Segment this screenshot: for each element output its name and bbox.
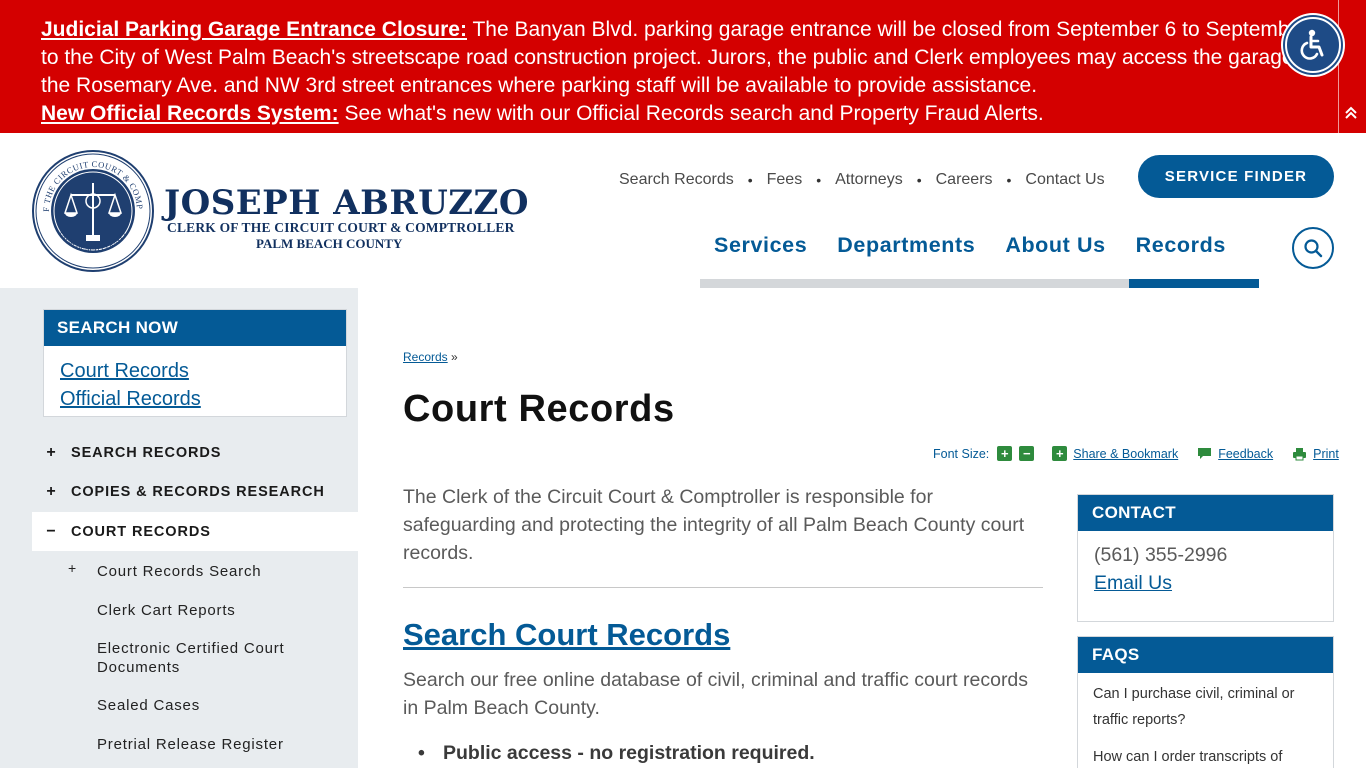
expand-icon[interactable]: + [32,483,71,501]
faqs-widget: FAQS Can I purchase civil, criminal or t… [1077,636,1334,768]
search-court-records-heading-link[interactable]: Search Court Records [403,617,730,653]
util-nav-search-records[interactable]: Search Records [619,171,734,189]
logo-subtitle: CLERK OF THE CIRCUIT COURT & COMPTROLLER [167,220,515,235]
print-icon [1292,447,1307,461]
faqs-heading: FAQS [1078,637,1333,673]
sidebar-item-court-records[interactable]: − COURT RECORDS [32,512,358,551]
contact-widget: CONTACT (561) 355-2996 Email Us [1077,494,1334,622]
alert-line-2: to the City of West Palm Beach's streets… [41,46,1291,69]
alert-official-records-link[interactable]: New Official Records System: [41,102,339,125]
list-item: Public access - no registration required… [418,742,815,765]
page-title: Court Records [403,388,675,430]
sidebar-item-copies-records-research[interactable]: + COPIES & RECORDS RESEARCH [32,472,358,511]
alert-line-1-text: The Banyan Blvd. parking garage entrance… [467,18,1291,41]
main-nav-records[interactable]: Records [1136,233,1226,258]
faq-item[interactable]: Can I purchase civil, criminal or traffi… [1093,681,1318,733]
main-nav: Services Departments About Us Records [700,233,1226,258]
util-nav-attorneys[interactable]: Attorneys [835,171,903,189]
collapse-icon[interactable]: − [32,523,71,541]
site-header: CLERK OF THE CIRCUIT COURT & COMPTROLLER… [0,133,1366,288]
sidebar-subitem-sealed-cases[interactable]: Sealed Cases [97,696,200,715]
faqs-list: Can I purchase civil, criminal or traffi… [1078,673,1333,768]
sidebar-item-label: COPIES & RECORDS RESEARCH [71,483,325,500]
search-now-box: SEARCH NOW Court Records Official Record… [43,309,347,417]
breadcrumb-separator: » [447,350,458,364]
feedback-link[interactable]: Feedback [1218,447,1273,461]
feedback-icon [1197,447,1212,461]
main-nav-services[interactable]: Services [714,233,807,258]
sidebar: SEARCH NOW Court Records Official Record… [0,288,358,768]
intro-paragraph: The Clerk of the Circuit Court & Comptro… [403,486,1025,564]
clerk-seal-logo[interactable]: CLERK OF THE CIRCUIT COURT & COMPTROLLER… [28,141,155,273]
sidebar-subitem-pretrial-release-register[interactable]: Pretrial Release Register [97,735,284,754]
search-now-court-records-link[interactable]: Court Records [60,357,346,385]
faq-item[interactable]: How can I order transcripts of [1093,744,1318,768]
search-now-official-records-link[interactable]: Official Records [60,385,346,413]
page-tools: Font Size: + − + Share & Bookmark Feedba… [933,446,1339,461]
sidebar-item-label: SEARCH RECORDS [71,444,222,461]
contact-email-link[interactable]: Email Us [1094,569,1317,597]
alert-banner: Judicial Parking Garage Entrance Closure… [0,0,1366,133]
alert-divider [1338,0,1339,133]
search-icon [1304,239,1323,258]
expand-icon[interactable]: + [68,560,76,576]
alert-text: Judicial Parking Garage Entrance Closure… [41,16,1291,128]
main-nav-about-us[interactable]: About Us [1005,233,1105,258]
util-nav-careers[interactable]: Careers [936,171,993,189]
main-nav-active-indicator [1129,279,1259,288]
logo-name[interactable]: JOSEPH ABRUZZO [164,183,529,223]
util-nav-separator: • [747,172,753,188]
breadcrumb: Records » [403,350,458,364]
sidebar-subitem-clerk-cart-reports[interactable]: Clerk Cart Reports [97,601,236,620]
logo-county: PALM BEACH COUNTY [256,236,403,251]
utility-nav: Search Records • Fees • Attorneys • Care… [619,171,1105,189]
alert-line-4-text: See what's new with our Official Records… [338,102,1044,125]
share-plus-icon: + [1052,446,1068,461]
chevron-double-up-icon[interactable] [1341,106,1361,126]
share-bookmark-link[interactable]: Share & Bookmark [1073,447,1178,461]
sidebar-subitem-court-records-search[interactable]: Court Records Search [97,562,261,581]
expand-icon[interactable]: + [32,444,71,462]
contact-body: (561) 355-2996 Email Us [1078,531,1333,607]
contact-phone[interactable]: (561) 355-2996 [1094,541,1317,569]
bullet-text: Public access - no registration required… [443,742,815,764]
font-decrease-button[interactable]: − [1019,446,1035,461]
breadcrumb-records-link[interactable]: Records [403,350,448,364]
sidebar-item-label: COURT RECORDS [71,523,211,540]
main-nav-departments[interactable]: Departments [837,233,975,258]
accessibility-wheelchair-icon [1285,17,1341,73]
font-increase-button[interactable]: + [997,446,1013,461]
service-finder-button[interactable]: SERVICE FINDER [1138,155,1334,198]
util-nav-contact-us[interactable]: Contact Us [1025,171,1104,189]
accessibility-button[interactable] [1281,13,1345,77]
alert-line-1: Judicial Parking Garage Entrance Closure… [41,16,1291,44]
sidebar-item-search-records[interactable]: + SEARCH RECORDS [32,433,358,472]
font-size-label: Font Size: [933,446,990,461]
alert-line-4: New Official Records System: See what's … [41,100,1291,128]
section-divider [403,587,1043,588]
search-now-heading: SEARCH NOW [44,310,346,346]
print-link[interactable]: Print [1313,447,1339,461]
contact-heading: CONTACT [1078,495,1333,531]
sidebar-subitem-electronic-certified-court-documents[interactable]: Electronic Certified Court Documents [97,639,317,677]
search-court-records-description: Search our free online database of civil… [403,669,1029,719]
search-button[interactable] [1292,227,1334,269]
util-nav-separator: • [916,172,922,188]
util-nav-separator: • [816,172,822,188]
util-nav-separator: • [1006,172,1012,188]
alert-garage-closure-link[interactable]: Judicial Parking Garage Entrance Closure… [41,18,467,41]
util-nav-fees[interactable]: Fees [767,171,803,189]
alert-line-3: the Rosemary Ave. and NW 3rd street entr… [41,74,1038,97]
